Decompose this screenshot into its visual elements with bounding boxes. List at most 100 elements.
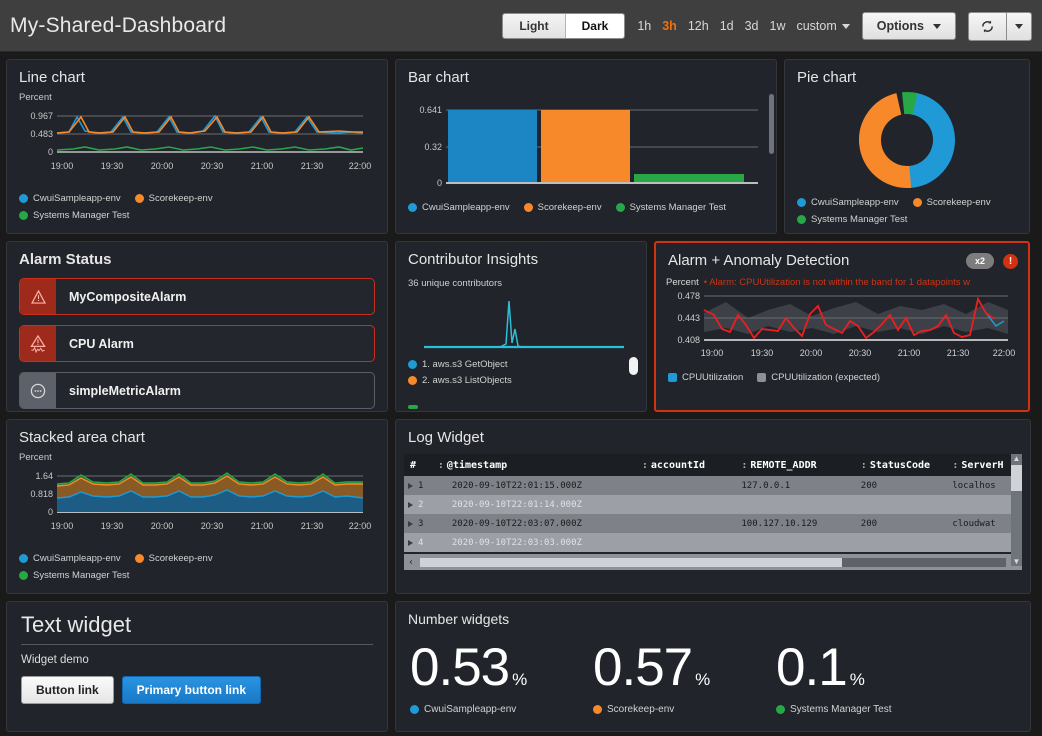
refresh-split-button[interactable] [968,12,1032,41]
refresh-options-button[interactable] [1006,12,1032,41]
expand-row-icon[interactable] [408,521,413,527]
legend-item[interactable]: Scorekeep-env [135,193,213,204]
alarm-row[interactable]: MyCompositeAlarm [19,278,375,315]
table-row[interactable]: 1 2020-09-10T22:01:15.000Z 127.0.0.1 200… [404,476,1022,495]
widget-multiplier-badge[interactable]: x2 [966,253,994,269]
legend-item[interactable]: Scorekeep-env [579,704,762,715]
y-axis-label: Percent [666,277,699,288]
time-range-12h[interactable]: 12h [688,19,709,33]
legend-item[interactable]: Systems Manager Test [797,214,1017,225]
widget-numbers[interactable]: Number widgets 0.53% 0.57% 0.1% CwuiSamp… [395,601,1031,732]
chevron-down-icon [933,24,941,29]
svg-text:0.483: 0.483 [30,129,53,139]
primary-button-link[interactable]: Primary button link [122,676,261,704]
expand-row-icon[interactable] [408,502,413,508]
widget-alarm-status[interactable]: Alarm Status MyCompositeAlarm CPU Alarm … [6,241,388,412]
chart-legend: CPUUtilization CPUUtilization (expected) [656,370,1028,383]
theme-dark-button[interactable]: Dark [566,14,625,38]
scroll-thumb[interactable] [420,558,842,567]
legend-item[interactable]: Systems Manager Test [762,704,945,715]
time-range-1d[interactable]: 1d [720,19,734,33]
legend-item[interactable]: CPUUtilization [668,372,743,383]
alarm-name: CPU Alarm [56,326,134,361]
legend-item[interactable]: CwuiSampleapp-env [19,553,121,564]
cell-remote-addr: 127.0.0.1 [741,481,860,491]
cell-remote-addr: 100.127.10.129 [741,519,860,529]
legend-item[interactable]: Scorekeep-env [524,202,602,213]
widget-title: Log Widget [396,420,1030,448]
column-header-remote-addr[interactable]: :REMOTE_ADDR [741,460,860,471]
insufficient-data-icon [20,373,56,408]
table-row[interactable]: 4 2020-09-10T22:03:03.000Z [404,533,1022,552]
legend-item[interactable]: Systems Manager Test [19,210,375,221]
widget-scrollbar[interactable] [769,94,774,154]
number-cell: 0.57% [579,641,762,694]
legend-label: CwuiSampleapp-env [422,202,510,213]
legend-swatch-grey [757,373,766,382]
legend-item[interactable]: CwuiSampleapp-env [396,704,579,715]
widget-text[interactable]: Text widget Widget demo Button link Prim… [6,601,388,732]
alarm-row[interactable]: simpleMetricAlarm [19,372,375,409]
column-header-accountid[interactable]: :accountId [642,460,742,471]
cell-statuscode: 200 [861,481,953,491]
legend-item[interactable]: Systems Manager Test [19,570,375,581]
refresh-button[interactable] [968,12,1006,41]
legend-item[interactable]: Scorekeep-env [913,197,991,208]
options-button[interactable]: Options [862,12,956,40]
time-range-3d[interactable]: 3d [745,19,759,33]
expand-row-icon[interactable] [408,540,413,546]
dashboard-grid: Line chart Percent 0.967 0.483 0 19:00 1… [0,52,1042,736]
legend-item[interactable]: CwuiSampleapp-env [408,202,510,213]
legend-item[interactable]: CPUUtilization (expected) [757,372,880,383]
time-range-1h[interactable]: 1h [637,19,651,33]
alarm-exclamation-icon[interactable]: ! [1003,254,1018,269]
table-row[interactable]: 3 2020-09-10T22:03:07.000Z 100.127.10.12… [404,514,1022,533]
legend-item[interactable]: Scorekeep-env [135,553,213,564]
widget-title: Contributor Insights [396,242,646,270]
log-vertical-scrollbar[interactable]: ▲ ▼ [1011,454,1022,566]
log-horizontal-scrollbar[interactable]: ‹ › [404,554,1022,570]
widget-contributor-insights[interactable]: Contributor Insights 36 unique contribut… [395,241,647,412]
svg-text:0.443: 0.443 [677,313,700,323]
widget-log[interactable]: Log Widget # :@timestamp :accountId :REM… [395,419,1031,594]
header-controls: Light Dark 1h 3h 12h 1d 3d 1w custom Opt… [502,0,1032,52]
button-link[interactable]: Button link [21,676,114,704]
legend-item[interactable]: Systems Manager Test [616,202,726,213]
widget-title: Stacked area chart [7,420,387,448]
legend-item[interactable]: 2. aws.s3 ListObjects [408,375,634,386]
scroll-left-icon[interactable]: ‹ [404,557,418,568]
legend-item[interactable]: 1. aws.s3 GetObject [408,359,634,370]
widget-scrollbar[interactable] [629,357,638,375]
time-range-3h[interactable]: 3h [662,19,677,33]
legend-item[interactable]: CwuiSampleapp-env [19,193,121,204]
legend-item[interactable]: CwuiSampleapp-env [797,197,899,208]
svg-text:19:30: 19:30 [751,348,774,358]
time-range-1w[interactable]: 1w [770,19,786,33]
svg-text:1.64: 1.64 [35,471,53,481]
theme-light-button[interactable]: Light [503,14,565,38]
svg-text:0.818: 0.818 [30,489,53,499]
theme-toggle-group[interactable]: Light Dark [502,13,625,39]
svg-text:22:00: 22:00 [349,521,372,531]
widget-row-2: Alarm Status MyCompositeAlarm CPU Alarm … [6,241,1036,412]
time-range-custom[interactable]: custom [796,19,849,33]
scroll-thumb[interactable] [1011,465,1022,491]
legend-swatch-orange [524,203,533,212]
number-value: 0.57 [593,638,692,697]
table-row[interactable]: 2 2020-09-10T22:01:14.000Z [404,495,1022,514]
svg-text:0.967: 0.967 [30,111,53,121]
column-header-timestamp[interactable]: :@timestamp [438,460,642,471]
pie-chart-plot [785,88,1029,193]
widget-bar-chart[interactable]: Bar chart 0.641 0.32 0 CwuiSampleapp-env… [395,59,777,234]
expand-row-icon[interactable] [408,483,413,489]
widget-title: Alarm Status [7,242,387,278]
widget-stacked-area-chart[interactable]: Stacked area chart Percent 1.64 0.818 0 … [6,419,388,594]
svg-text:19:30: 19:30 [101,161,124,171]
column-header-index[interactable]: # [404,460,438,471]
alarm-row[interactable]: CPU Alarm [19,325,375,362]
column-header-statuscode[interactable]: :StatusCode [861,460,953,471]
widget-anomaly-detection[interactable]: Alarm + Anomaly Detection x2 ! Percent •… [654,241,1030,412]
widget-pie-chart[interactable]: Pie chart CwuiSampleapp-env Scorekeep-en… [784,59,1030,234]
svg-text:0: 0 [48,507,53,517]
widget-line-chart[interactable]: Line chart Percent 0.967 0.483 0 19:00 1… [6,59,388,234]
